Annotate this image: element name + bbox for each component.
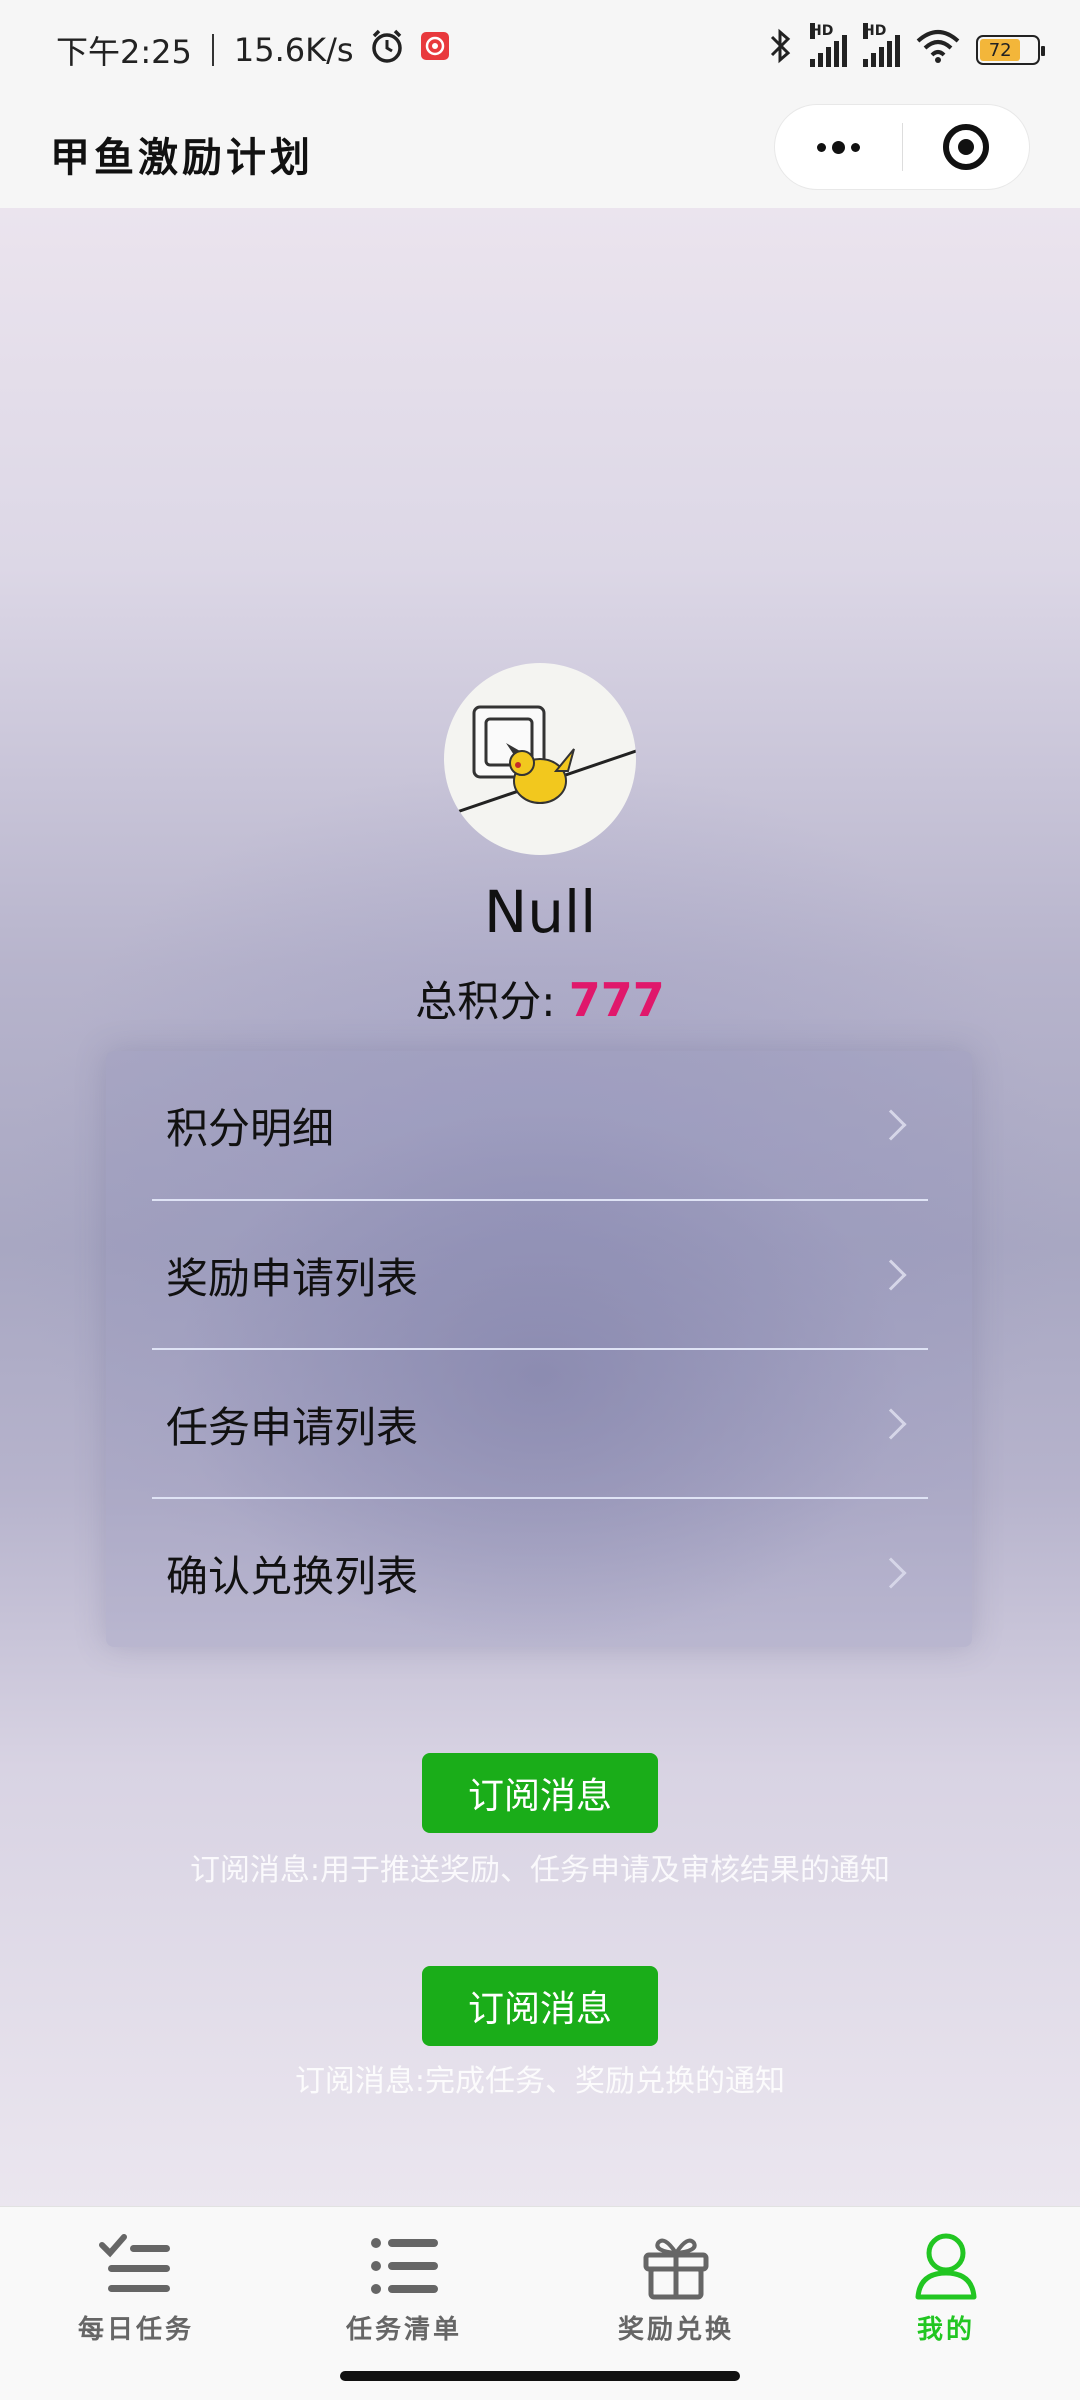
- tab-label: 每日任务: [77, 2315, 194, 2345]
- profile-page: Null 总积分: 777 积分明细 奖励申请列表 任务申请列表 确认兑换列表 …: [0, 208, 1080, 2206]
- mini-program-capsule: [774, 104, 1030, 190]
- points-label: 总积分:: [415, 977, 569, 1026]
- chevron-right-icon: [875, 1557, 907, 1589]
- menu-item-reward-applications[interactable]: 奖励申请列表: [152, 1201, 928, 1349]
- target-close-icon[interactable]: [903, 105, 1029, 189]
- battery-icon: 72: [976, 35, 1045, 65]
- chevron-right-icon: [875, 1259, 907, 1291]
- points-value: 777: [568, 973, 665, 1027]
- tab-me[interactable]: 我的: [846, 2231, 1046, 2351]
- status-bar: 下午2:25 15.6K/s HD HD 72: [0, 0, 1080, 100]
- status-separator: [211, 34, 214, 66]
- menu-item-points-detail[interactable]: 积分明细: [152, 1051, 928, 1199]
- menu-list: 积分明细 奖励申请列表 任务申请列表 确认兑换列表: [106, 1051, 972, 1647]
- menu-item-label: 任务申请列表: [166, 1402, 419, 1452]
- signal-icon: HD: [810, 23, 847, 67]
- subscribe-description: 订阅消息:用于推送奖励、任务申请及审核结果的通知: [189, 1853, 891, 1888]
- gift-icon: [643, 2238, 709, 2300]
- app-notification-icon: [420, 31, 450, 69]
- menu-item-label: 奖励申请列表: [166, 1253, 419, 1303]
- subscribe-button[interactable]: 订阅消息: [422, 1966, 658, 2046]
- signal-icon: HD: [863, 23, 900, 67]
- menu-item-exchange-confirmations[interactable]: 确认兑换列表: [152, 1499, 928, 1647]
- menu-item-label: 确认兑换列表: [166, 1551, 419, 1601]
- status-time: 下午2:25: [56, 33, 192, 71]
- menu-item-task-applications[interactable]: 任务申请列表: [152, 1350, 928, 1498]
- battery-level: 72: [980, 39, 1021, 61]
- tab-daily-tasks[interactable]: 每日任务: [36, 2231, 236, 2351]
- tab-reward-exchange[interactable]: 奖励兑换: [576, 2231, 776, 2351]
- person-icon: [915, 2233, 977, 2300]
- subscribe-description: 订阅消息:完成任务、奖励兑换的通知: [294, 2064, 786, 2099]
- subscribe-button[interactable]: 订阅消息: [422, 1753, 658, 1833]
- chevron-right-icon: [875, 1109, 907, 1141]
- bluetooth-icon: [768, 27, 794, 73]
- tab-label: 我的: [916, 2315, 975, 2345]
- wifi-icon: [916, 29, 960, 71]
- tab-label: 奖励兑换: [617, 2315, 734, 2345]
- chevron-right-icon: [875, 1408, 907, 1440]
- page-title: 甲鱼激励计划: [50, 135, 314, 181]
- user-name: Null: [483, 878, 597, 946]
- tab-label: 任务清单: [345, 2315, 462, 2345]
- tab-task-list[interactable]: 任务清单: [304, 2231, 504, 2351]
- avatar[interactable]: [444, 663, 636, 855]
- home-indicator[interactable]: [340, 2371, 740, 2381]
- checklist-icon: [99, 2234, 170, 2292]
- status-net-speed: 15.6K/s: [233, 31, 354, 69]
- menu-item-label: 积分明细: [166, 1103, 335, 1153]
- more-dots-icon[interactable]: [775, 105, 902, 189]
- alarm-icon: [368, 27, 406, 73]
- total-points: 总积分: 777: [0, 968, 1080, 1029]
- title-bar: 甲鱼激励计划: [0, 100, 1080, 208]
- list-icon: [371, 2238, 438, 2294]
